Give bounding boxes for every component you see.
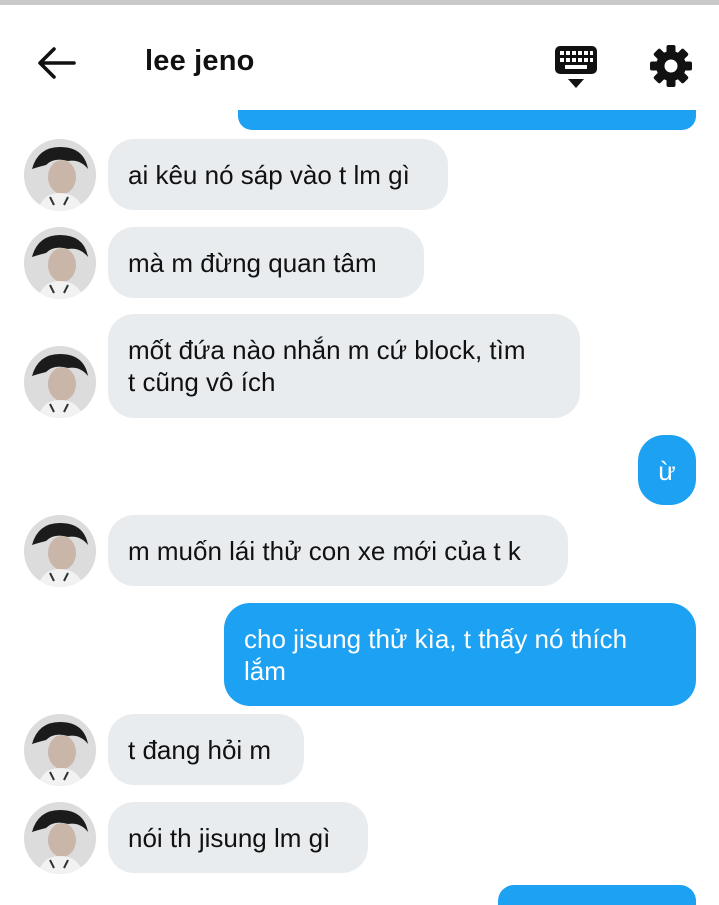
received-message[interactable]: m muốn lái thử con xe mới của t k xyxy=(108,515,568,586)
message-text: mà m đừng quan tâm xyxy=(128,248,377,278)
message-text: m muốn lái thử con xe mới của t k xyxy=(128,536,521,566)
message-text-line-1: mốt đứa nào nhắn m cứ block, tìm xyxy=(128,335,526,365)
sent-message[interactable]: ừ xyxy=(638,435,696,505)
avatar[interactable] xyxy=(24,714,96,786)
received-message[interactable]: ai kêu nó sáp vào t lm gì xyxy=(108,139,448,210)
profile-photo xyxy=(24,714,96,786)
message-list[interactable]: ai kêu nó sáp vào t lm gì mà m đừng quan… xyxy=(0,0,719,893)
avatar[interactable] xyxy=(24,227,96,299)
avatar[interactable] xyxy=(24,515,96,587)
sent-message-bubble-partial[interactable] xyxy=(498,885,696,905)
received-message[interactable]: mà m đừng quan tâm xyxy=(108,227,424,298)
sent-message[interactable]: cho jisung thử kìa, t thấy nó thích lắm xyxy=(224,603,696,706)
profile-photo xyxy=(24,227,96,299)
profile-photo xyxy=(24,802,96,874)
received-message[interactable]: nói th jisung lm gì xyxy=(108,802,368,873)
profile-photo xyxy=(24,346,96,418)
profile-photo xyxy=(24,515,96,587)
message-text-line-1: cho jisung thử kìa, t thấy nó thích xyxy=(244,624,628,654)
message-text-line-2: t cũng vô ích xyxy=(128,367,276,397)
received-message[interactable]: mốt đứa nào nhắn m cứ block, tìm t cũng … xyxy=(108,314,580,418)
message-text: t đang hỏi m xyxy=(128,735,272,765)
message-text: ừ xyxy=(658,456,676,486)
profile-photo xyxy=(24,139,96,211)
message-text: ai kêu nó sáp vào t lm gì xyxy=(128,160,410,190)
avatar[interactable] xyxy=(24,346,96,418)
avatar[interactable] xyxy=(24,802,96,874)
avatar[interactable] xyxy=(24,139,96,211)
message-text-line-2: lắm xyxy=(244,656,286,686)
message-text: nói th jisung lm gì xyxy=(128,823,331,853)
received-message[interactable]: t đang hỏi m xyxy=(108,714,304,785)
